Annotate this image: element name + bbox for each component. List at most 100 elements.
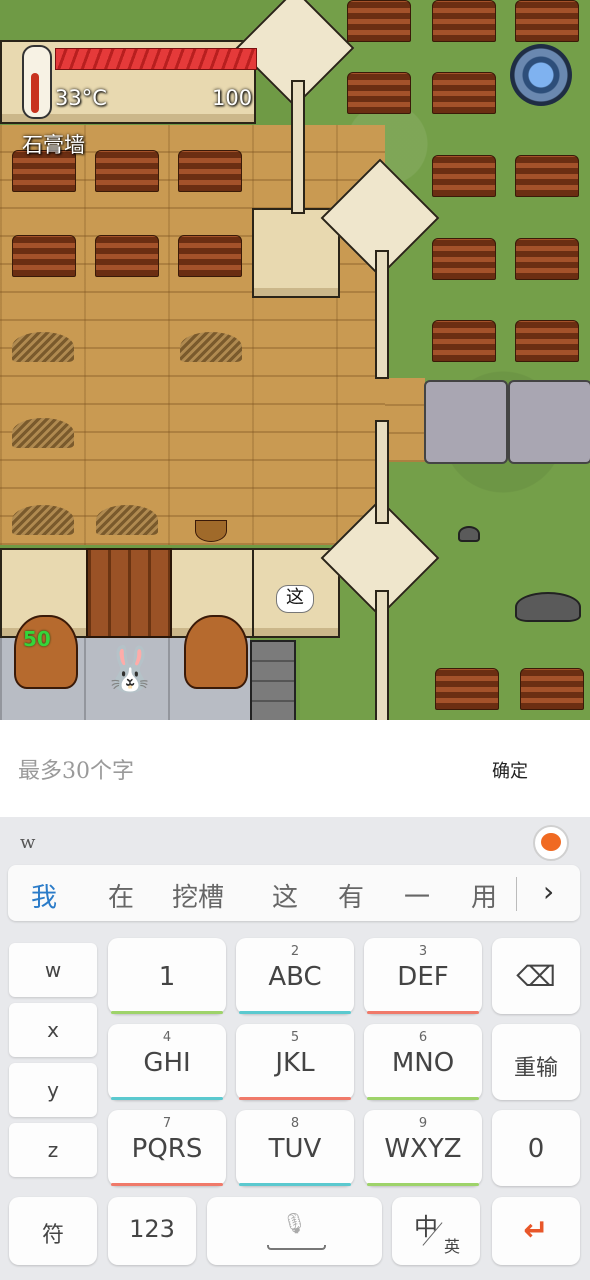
key-label: JKL (275, 1048, 315, 1078)
backspace-key[interactable]: ⌫ (492, 938, 580, 1014)
key-number: 9 (418, 1116, 428, 1131)
key-1[interactable]: 1 (108, 938, 226, 1014)
woodpile[interactable] (432, 320, 496, 362)
key-3-def[interactable]: 3 DEF (364, 938, 482, 1014)
woodpile[interactable] (347, 72, 411, 114)
chevron-right-icon[interactable]: › (543, 875, 554, 908)
candidate-bar: 我 在 挖槽 这 有 一 用 › (8, 865, 580, 921)
stone-tile (424, 380, 508, 464)
chat-input-bar: 最多30个字 确定 (0, 720, 590, 817)
key-label: MNO (391, 1048, 455, 1078)
key-0[interactable]: 0 (492, 1110, 580, 1186)
player-speech-bubble: 这 (276, 585, 314, 613)
pinyin-composition: w (20, 832, 36, 853)
woodpile[interactable] (435, 668, 499, 710)
space-bar-icon (267, 1245, 326, 1250)
stone-machine[interactable] (250, 640, 296, 720)
key-5-jkl[interactable]: 5 JKL (236, 1024, 354, 1100)
basket[interactable] (195, 520, 227, 542)
woodpile[interactable] (432, 0, 496, 42)
gear-icon[interactable] (510, 44, 572, 106)
key-8-tuv[interactable]: 8 TUV (236, 1110, 354, 1186)
woodpile[interactable] (432, 72, 496, 114)
key-9-wxyz[interactable]: 9 WXYZ (364, 1110, 482, 1186)
wall-pole (375, 590, 389, 720)
rock[interactable] (515, 592, 581, 622)
key-accent-bar (111, 1011, 223, 1014)
key-number: 6 (418, 1030, 428, 1045)
number-mode-key[interactable]: 123 (108, 1197, 196, 1265)
key-label: 0 (527, 1134, 545, 1164)
key-label: TUV (268, 1134, 322, 1164)
candidate-item[interactable]: 我 (31, 877, 57, 914)
enter-icon: ↵ (523, 1213, 549, 1248)
chat-input-field[interactable]: 最多30个字 (18, 752, 448, 792)
candidate-item[interactable]: 在 (108, 877, 134, 914)
wall-pole (291, 80, 305, 214)
health-value: 100 (212, 86, 253, 110)
candidate-item[interactable]: 用 (471, 877, 497, 914)
backspace-icon: ⌫ (516, 960, 556, 993)
wooden-door[interactable] (86, 548, 172, 638)
woodpile[interactable] (95, 150, 159, 192)
woodpile[interactable] (95, 235, 159, 277)
symbol-key[interactable]: 符 (9, 1197, 97, 1265)
candidate-item[interactable]: 这 (272, 877, 298, 914)
thermometer-icon (22, 45, 52, 119)
woodpile[interactable] (12, 235, 76, 277)
woodpile[interactable] (178, 235, 242, 277)
side-letter-key[interactable]: y (9, 1063, 97, 1117)
candidate-item[interactable]: 挖槽 (172, 877, 224, 914)
straw-pile[interactable] (12, 418, 74, 448)
enter-key[interactable]: ↵ (492, 1197, 580, 1265)
key-number: 5 (290, 1030, 300, 1045)
woodpile[interactable] (347, 0, 411, 42)
woodpile[interactable] (432, 155, 496, 197)
ime-logo-icon[interactable] (533, 825, 569, 861)
key-4-ghi[interactable]: 4 GHI (108, 1024, 226, 1100)
woodpile[interactable] (520, 668, 584, 710)
reenter-key[interactable]: 重输 (492, 1024, 580, 1100)
straw-pile[interactable] (96, 505, 158, 535)
woodpile[interactable] (515, 238, 579, 280)
straw-pile[interactable] (12, 505, 74, 535)
key-7-pqrs[interactable]: 7 PQRS (108, 1110, 226, 1186)
straw-pile[interactable] (12, 332, 74, 362)
candidate-item[interactable]: 一 (404, 877, 430, 914)
side-letter-key[interactable]: w (9, 943, 97, 997)
straw-pile[interactable] (180, 332, 242, 362)
woodpile[interactable] (515, 320, 579, 362)
space-voice-key[interactable]: 🎙 (207, 1197, 382, 1265)
small-stone[interactable] (458, 526, 480, 542)
side-letter-key[interactable]: x (9, 1003, 97, 1057)
side-letter-key[interactable]: z (9, 1123, 97, 1177)
key-accent-bar (111, 1183, 223, 1186)
key-number: 3 (418, 944, 428, 959)
confirm-button[interactable]: 确定 (470, 752, 550, 792)
stone-tile (508, 380, 590, 464)
key-label: 符 (41, 1223, 64, 1248)
key-label: 123 (129, 1215, 175, 1243)
woodpile[interactable] (432, 238, 496, 280)
woodpile[interactable] (515, 0, 579, 42)
language-switch-key[interactable]: 中 英 (392, 1197, 480, 1265)
health-bar (55, 48, 257, 70)
key-accent-bar (239, 1183, 351, 1186)
microphone-icon: 🎙 (281, 1211, 308, 1235)
woodpile[interactable] (178, 150, 242, 192)
keyboard-topbar: w (0, 817, 590, 862)
key-label: WXYZ (384, 1134, 462, 1164)
candidate-item[interactable]: 有 (338, 877, 364, 914)
key-accent-bar (239, 1011, 351, 1014)
key-2-abc[interactable]: 2 ABC (236, 938, 354, 1014)
selected-item-label: 石膏墙 (22, 133, 85, 157)
key-6-mno[interactable]: 6 MNO (364, 1024, 482, 1100)
woodpile[interactable] (515, 155, 579, 197)
key-label: ABC (268, 962, 322, 992)
key-label: 重输 (513, 1056, 558, 1081)
game-view[interactable]: 🐰 这 50 33°C 100 石膏墙 (0, 0, 590, 720)
lang-main-label: 中 (414, 1213, 438, 1241)
item-count: 50 (23, 627, 51, 651)
wall-pole (375, 250, 389, 379)
sack-mid[interactable] (184, 615, 248, 689)
